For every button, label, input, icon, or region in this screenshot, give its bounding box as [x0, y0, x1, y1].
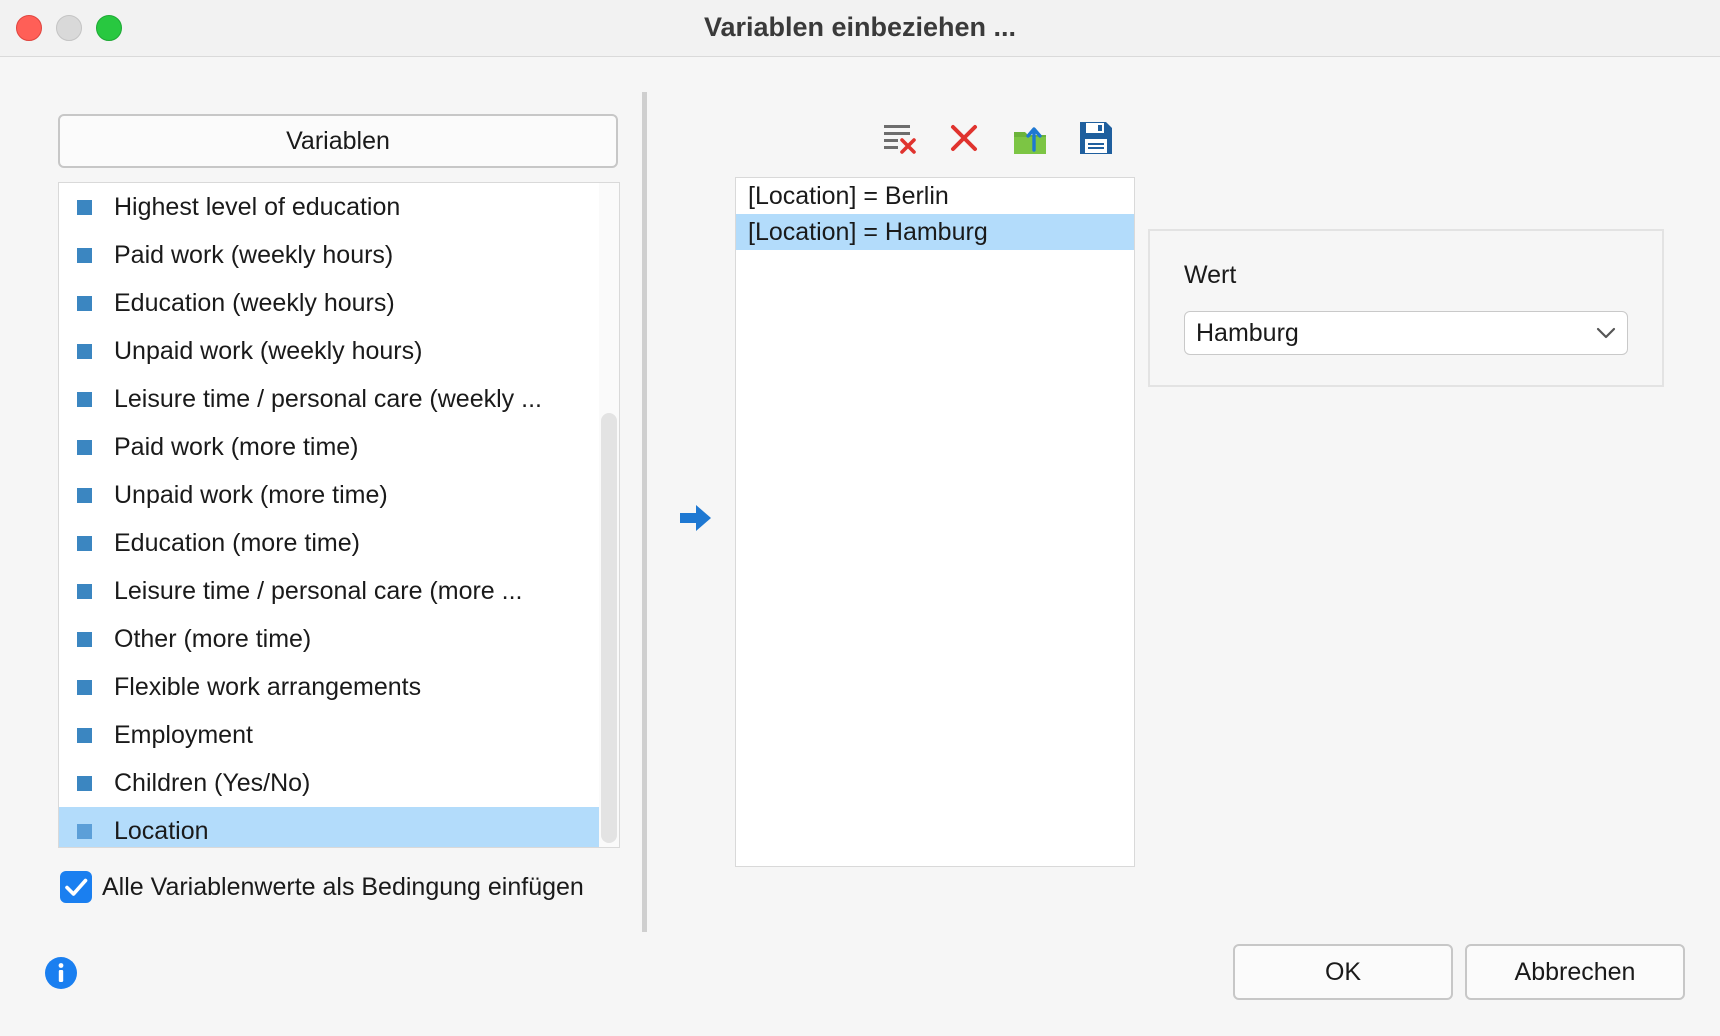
variable-square-icon	[77, 824, 92, 839]
value-dropdown[interactable]: Hamburg	[1184, 311, 1628, 355]
variables-list[interactable]: Highest level of education Paid work (wee…	[58, 182, 620, 848]
variable-square-icon	[77, 584, 92, 599]
add-condition-arrow-button[interactable]	[678, 500, 714, 536]
delete-condition-button[interactable]	[946, 120, 982, 156]
variable-label: Highest level of education	[114, 193, 401, 221]
info-button[interactable]	[44, 956, 78, 990]
cancel-button[interactable]: Abbrechen	[1465, 944, 1685, 1000]
insert-all-values-label: Alle Variablenwerte als Bedingung einfüg…	[102, 873, 584, 901]
variable-list-item[interactable]: Flexible work arrangements	[59, 663, 599, 711]
insert-all-values-checkbox[interactable]	[60, 871, 92, 903]
variable-square-icon	[77, 344, 92, 359]
info-icon	[45, 957, 77, 989]
variable-list-item[interactable]: Education (more time)	[59, 519, 599, 567]
variable-square-icon	[77, 296, 92, 311]
variable-square-icon	[77, 440, 92, 455]
save-disk-icon	[1080, 122, 1112, 154]
arrow-right-icon	[680, 505, 711, 531]
variable-list-item[interactable]: Paid work (more time)	[59, 423, 599, 471]
variable-list-item[interactable]: Employment	[59, 711, 599, 759]
variable-square-icon	[77, 776, 92, 791]
delete-x-icon	[951, 125, 977, 151]
variable-square-icon	[77, 728, 92, 743]
variables-scrollbar[interactable]	[599, 183, 619, 847]
variable-list-item[interactable]: Paid work (weekly hours)	[59, 231, 599, 279]
variable-list-item[interactable]: Education (weekly hours)	[59, 279, 599, 327]
variable-list-item[interactable]: Unpaid work (weekly hours)	[59, 327, 599, 375]
variable-label: Leisure time / personal care (weekly ...	[114, 385, 542, 413]
variable-label: Children (Yes/No)	[114, 769, 311, 797]
variables-header-button[interactable]: Variablen	[58, 114, 618, 168]
variable-square-icon	[77, 680, 92, 695]
variable-label: Education (weekly hours)	[114, 289, 395, 317]
ok-button[interactable]: OK	[1233, 944, 1453, 1000]
save-button[interactable]	[1078, 120, 1114, 156]
condition-list-item[interactable]: [Location] = Hamburg	[736, 214, 1134, 250]
variable-label: Education (more time)	[114, 529, 360, 557]
variables-scrollbar-thumb[interactable]	[601, 413, 617, 843]
export-button[interactable]	[1012, 120, 1048, 156]
variable-label: Paid work (more time)	[114, 433, 359, 461]
dialog-window: Variablen einbeziehen ... Variablen High…	[0, 0, 1720, 1036]
value-label: Wert	[1184, 261, 1237, 289]
variable-square-icon	[77, 488, 92, 503]
variable-list-item[interactable]: Unpaid work (more time)	[59, 471, 599, 519]
variable-label: Unpaid work (weekly hours)	[114, 337, 423, 365]
variable-list-item[interactable]: Children (Yes/No)	[59, 759, 599, 807]
variable-label: Leisure time / personal care (more ...	[114, 577, 523, 605]
conditions-list[interactable]: [Location] = Berlin [Location] = Hamburg	[735, 177, 1135, 867]
chevron-down-icon	[1596, 327, 1616, 339]
variable-square-icon	[77, 392, 92, 407]
variable-label: Paid work (weekly hours)	[114, 241, 394, 269]
variable-list-item[interactable]: Leisure time / personal care (weekly ...	[59, 375, 599, 423]
variable-list-item[interactable]: Other (more time)	[59, 615, 599, 663]
variable-label: Location	[114, 817, 209, 845]
variable-square-icon	[77, 536, 92, 551]
panel-splitter[interactable]	[642, 92, 647, 932]
variable-list-item[interactable]: Leisure time / personal care (more ...	[59, 567, 599, 615]
variable-list-item[interactable]: Highest level of education	[59, 183, 599, 231]
variable-square-icon	[77, 248, 92, 263]
title-bar: Variablen einbeziehen ...	[0, 0, 1720, 57]
clear-list-button[interactable]	[882, 120, 918, 156]
condition-list-item[interactable]: [Location] = Berlin	[736, 178, 1134, 214]
variable-label: Other (more time)	[114, 625, 312, 653]
variable-label: Employment	[114, 721, 253, 749]
variable-square-icon	[77, 200, 92, 215]
window-title: Variablen einbeziehen ...	[703, 12, 1017, 42]
clear-list-icon	[884, 125, 916, 154]
checkmark-icon	[65, 878, 88, 896]
variable-square-icon	[77, 632, 92, 647]
variable-label: Unpaid work (more time)	[114, 481, 388, 509]
variable-label: Flexible work arrangements	[114, 673, 422, 701]
value-dropdown-selected: Hamburg	[1196, 319, 1299, 347]
export-icon	[1014, 127, 1046, 154]
value-panel: Wert Hamburg	[1148, 229, 1664, 387]
variable-list-item[interactable]: Location	[59, 807, 599, 847]
